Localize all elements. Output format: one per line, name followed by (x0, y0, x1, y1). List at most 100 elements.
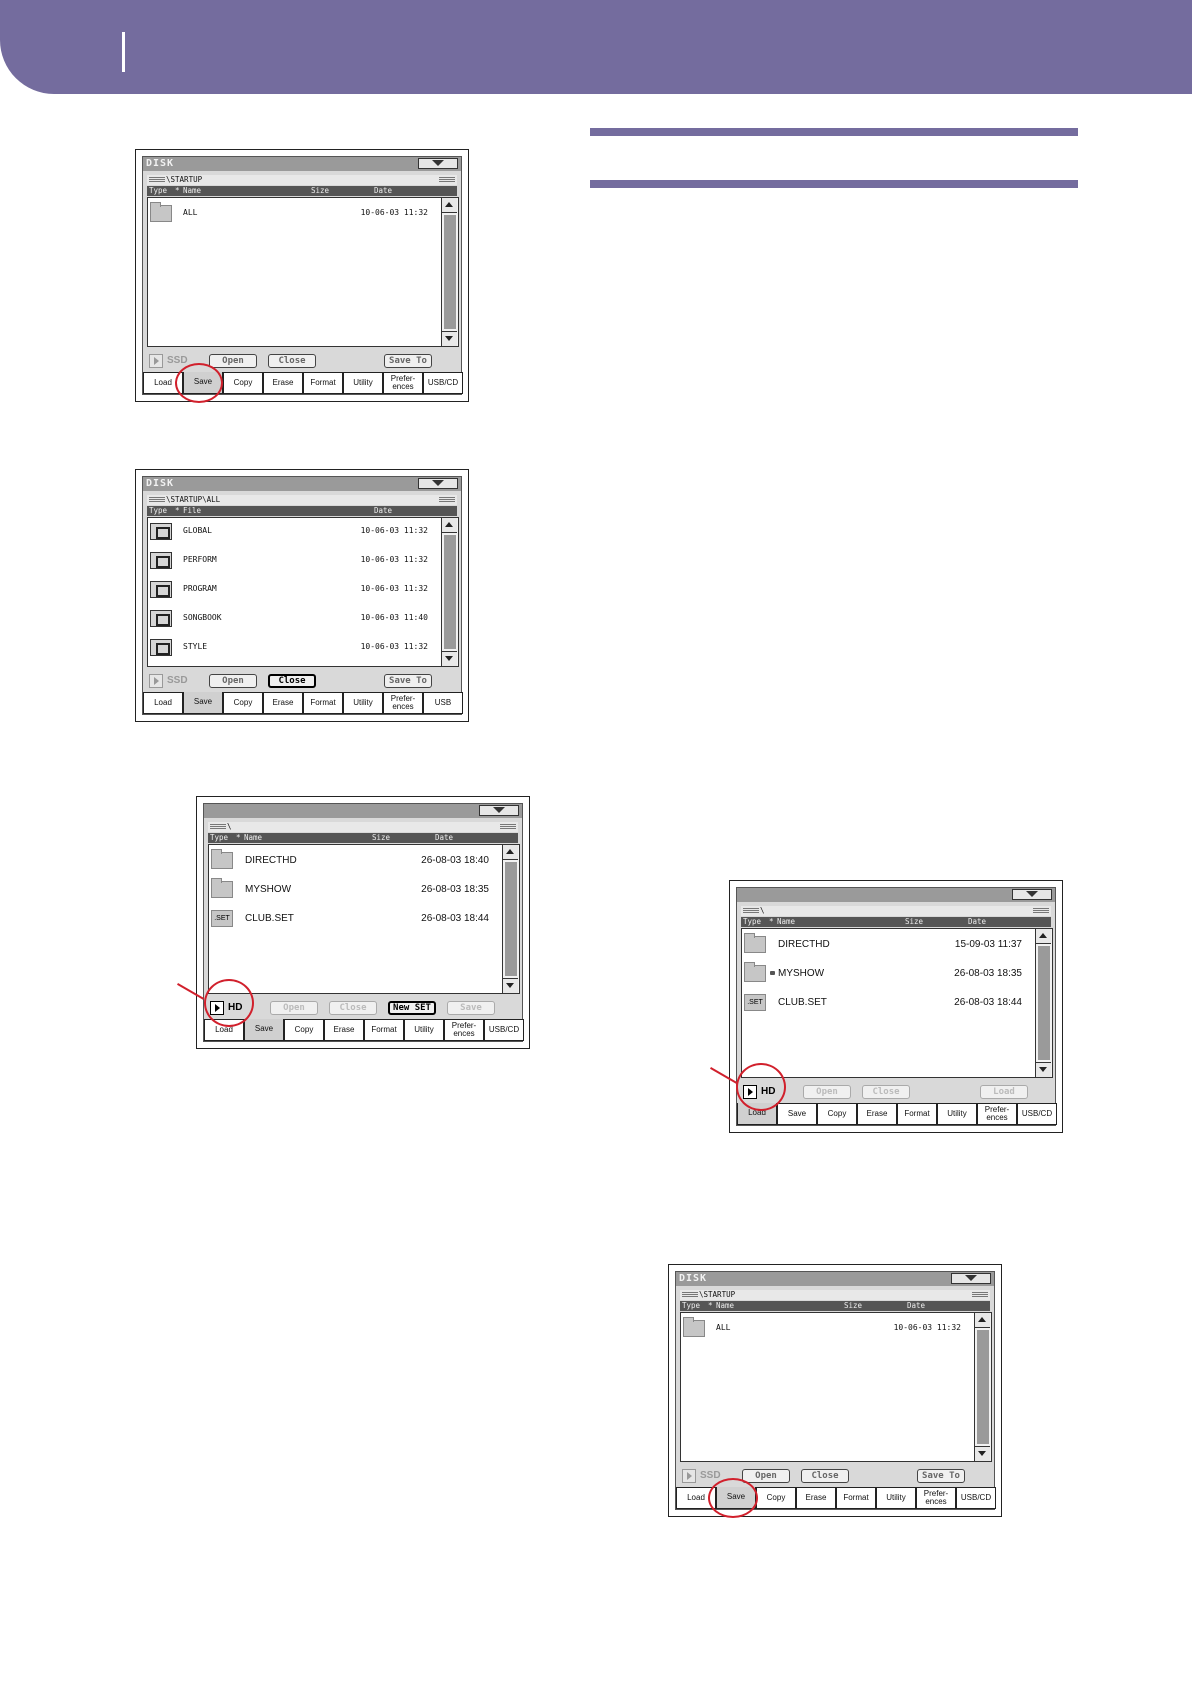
scrollbar[interactable] (441, 518, 458, 666)
tab-copy[interactable]: Copy (817, 1103, 857, 1125)
tab-save[interactable]: Save (183, 692, 223, 714)
tab-erase[interactable]: Erase (324, 1019, 364, 1041)
scroll-up-icon[interactable] (442, 518, 457, 533)
scroll-up-icon[interactable] (442, 198, 457, 213)
tab-preferences[interactable]: Prefer-ences (916, 1487, 956, 1509)
scroll-thumb[interactable] (444, 535, 456, 649)
tab-format[interactable]: Format (364, 1019, 404, 1041)
perform-file-icon (150, 552, 172, 569)
list-item[interactable]: DIRECTHD 15-09-03 11:37 (742, 933, 1052, 956)
scroll-down-icon[interactable] (975, 1446, 990, 1461)
scrollbar[interactable] (502, 845, 519, 993)
tab-preferences[interactable]: Prefer-ences (383, 372, 423, 394)
tab-format[interactable]: Format (303, 372, 343, 394)
open-button[interactable]: Open (270, 1001, 318, 1015)
close-button[interactable]: Close (268, 354, 316, 368)
menu-dropdown-icon[interactable] (1012, 889, 1052, 900)
tab-erase[interactable]: Erase (263, 372, 303, 394)
list-item[interactable]: ALL 10-06-03 11:32 (681, 1317, 991, 1340)
scroll-thumb[interactable] (977, 1330, 989, 1444)
close-button[interactable]: Close (329, 1001, 377, 1015)
list-item[interactable]: PERFORM 10-06-03 11:32 (148, 550, 458, 572)
tab-preferences[interactable]: Prefer-ences (977, 1103, 1017, 1125)
tab-erase[interactable]: Erase (796, 1487, 836, 1509)
menu-dropdown-icon[interactable] (418, 158, 458, 169)
open-button[interactable]: Open (209, 354, 257, 368)
list-item[interactable]: MYSHOW 26-08-03 18:35 (209, 878, 519, 901)
close-button[interactable]: Close (862, 1085, 910, 1099)
tab-copy[interactable]: Copy (756, 1487, 796, 1509)
tab-load[interactable]: Load (143, 692, 183, 714)
tab-utility[interactable]: Utility (343, 372, 383, 394)
new-set-button[interactable]: New SET (388, 1001, 436, 1015)
save-to-button[interactable]: Save To (917, 1469, 965, 1483)
scroll-down-icon[interactable] (503, 978, 518, 993)
tab-format[interactable]: Format (303, 692, 343, 714)
tab-copy[interactable]: Copy (223, 372, 263, 394)
scroll-up-icon[interactable] (975, 1313, 990, 1328)
load-button[interactable]: Load (980, 1085, 1028, 1099)
col-star: * (175, 186, 180, 195)
tab-erase[interactable]: Erase (857, 1103, 897, 1125)
save-button[interactable]: Save (447, 1001, 495, 1015)
tab-preferences[interactable]: Prefer-ences (444, 1019, 484, 1041)
tab-save[interactable]: Save (777, 1103, 817, 1125)
open-button[interactable]: Open (803, 1085, 851, 1099)
tab-preferences[interactable]: Prefer-ences (383, 692, 423, 714)
list-item[interactable]: .SET CLUB.SET 26-08-03 18:44 (742, 992, 1052, 1014)
tab-utility[interactable]: Utility (876, 1487, 916, 1509)
songbook-file-icon (150, 610, 172, 627)
file-list[interactable]: DIRECTHD 26-08-03 18:40 MYSHOW 26-08-03 … (208, 844, 520, 994)
col-star: * (236, 833, 241, 842)
scroll-thumb[interactable] (1038, 946, 1050, 1060)
file-list[interactable]: GLOBAL 10-06-03 11:32 PERFORM 10-06-03 1… (147, 517, 459, 667)
scroll-down-icon[interactable] (442, 331, 457, 346)
scrollbar[interactable] (441, 198, 458, 346)
tab-utility[interactable]: Utility (343, 692, 383, 714)
tab-format[interactable]: Format (836, 1487, 876, 1509)
menu-dropdown-icon[interactable] (418, 478, 458, 489)
file-list[interactable]: ALL 10-06-03 11:32 (680, 1312, 992, 1462)
close-button[interactable]: Close (268, 674, 316, 688)
tab-usb[interactable]: USB (423, 692, 463, 714)
file-list[interactable]: DIRECTHD 15-09-03 11:37 MYSHOW 26-08-03 … (741, 928, 1053, 1078)
scrollbar[interactable] (1035, 929, 1052, 1077)
list-item[interactable]: STYLE 10-06-03 11:32 (148, 637, 458, 659)
open-button[interactable]: Open (742, 1469, 790, 1483)
scroll-up-icon[interactable] (503, 845, 518, 860)
tab-copy[interactable]: Copy (223, 692, 263, 714)
tab-usb[interactable]: USB/CD (956, 1487, 996, 1509)
list-item[interactable]: GLOBAL 10-06-03 11:32 (148, 521, 458, 543)
scroll-thumb[interactable] (505, 862, 517, 976)
scroll-down-icon[interactable] (442, 651, 457, 666)
save-to-button[interactable]: Save To (384, 674, 432, 688)
scrollbar[interactable] (974, 1313, 991, 1461)
list-item[interactable]: PROGRAM 10-06-03 11:32 (148, 579, 458, 601)
file-list[interactable]: ALL 10-06-03 11:32 (147, 197, 459, 347)
tab-utility[interactable]: Utility (404, 1019, 444, 1041)
scroll-down-icon[interactable] (1036, 1062, 1051, 1077)
tab-utility[interactable]: Utility (937, 1103, 977, 1125)
tab-save[interactable]: Save (244, 1019, 284, 1041)
scroll-thumb[interactable] (444, 215, 456, 329)
menu-dropdown-icon[interactable] (479, 805, 519, 816)
tab-usb[interactable]: USB/CD (423, 372, 463, 394)
tab-usb[interactable]: USB/CD (1017, 1103, 1057, 1125)
list-item[interactable]: DIRECTHD 26-08-03 18:40 (209, 849, 519, 872)
list-item[interactable]: ALL 10-06-03 11:32 (148, 202, 458, 225)
close-button[interactable]: Close (801, 1469, 849, 1483)
column-header: Type * Name Size Date (208, 833, 518, 843)
save-to-button[interactable]: Save To (384, 354, 432, 368)
list-item[interactable]: MYSHOW 26-08-03 18:35 (742, 962, 1052, 985)
scroll-up-icon[interactable] (1036, 929, 1051, 944)
grip-icon (439, 177, 455, 183)
menu-dropdown-icon[interactable] (951, 1273, 991, 1284)
tab-copy[interactable]: Copy (284, 1019, 324, 1041)
tab-erase[interactable]: Erase (263, 692, 303, 714)
tab-format[interactable]: Format (897, 1103, 937, 1125)
list-item[interactable]: SONGBOOK 10-06-03 11:40 (148, 608, 458, 630)
list-item[interactable]: .SET CLUB.SET 26-08-03 18:44 (209, 908, 519, 930)
tab-usb[interactable]: USB/CD (484, 1019, 524, 1041)
open-button[interactable]: Open (209, 674, 257, 688)
grip-icon (439, 497, 455, 503)
